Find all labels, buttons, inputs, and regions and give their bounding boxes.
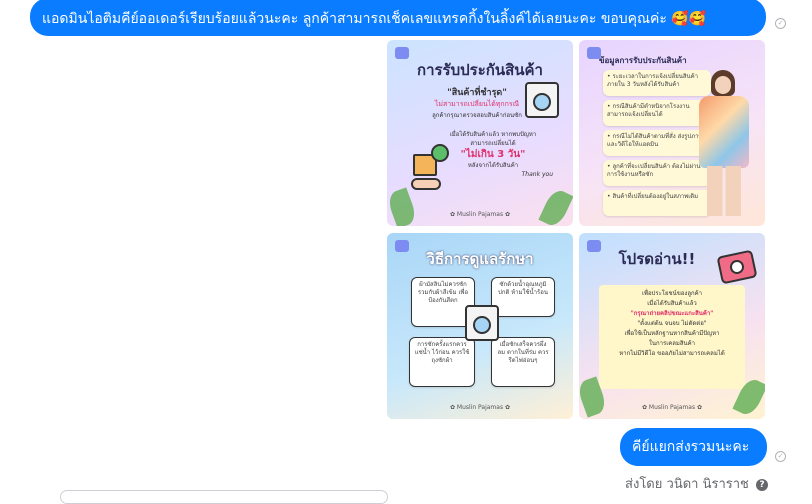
product-warranty-image[interactable]: การรับประกันสินค้า "สินค้าที่ชำรุด" ไม่ส… xyxy=(387,40,573,226)
image-text: เพื่อประโยชน์ของลูกค้า xyxy=(641,290,703,297)
sent-by-prefix: ส่งโดย xyxy=(625,477,663,492)
care-note: ซักด้วยน้ำอุณหภูมิปกติ ห้ามใช้น้ำร้อน xyxy=(491,277,555,317)
care-note: การซักครั้งแรกควรแช่น้ำ ไว้ก่อน ควรใช้ ถ… xyxy=(409,337,475,387)
message-text: คีย์แยกส่งรวมนะคะ xyxy=(632,439,750,455)
image-text: สามารถเปลี่ยนได้ xyxy=(470,140,516,147)
brand-label: ✿ Muslin Pajamas ✿ xyxy=(449,404,511,411)
image-text: ไม่สามารถเปลี่ยนได้ทุกกรณี xyxy=(434,100,520,108)
image-title: วิธีการดูแลรักษา xyxy=(426,250,534,268)
sent-by-label: ส่งโดย วนิดา นิราราช ? xyxy=(625,473,768,494)
image-text: ในการเคลมสินค้า xyxy=(648,340,696,347)
help-icon[interactable]: ? xyxy=(756,479,768,491)
image-text: Thank you xyxy=(521,171,553,178)
image-text: เมื่อได้รับสินค้าแล้ว xyxy=(647,300,697,307)
check-icon xyxy=(431,144,449,162)
image-text: หากไม่มีวิดีโอ ขออภัยไม่สามารถเคลมได้ xyxy=(619,350,725,357)
brand-label: ✿ Muslin Pajamas ✿ xyxy=(449,211,511,218)
hand-icon xyxy=(411,178,441,190)
message-text: แอดมินไอติมคีย์ออเดอร์เรียบร้อยแล้วนะคะ … xyxy=(42,11,707,27)
image-text: หลังจากได้รับสินค้า xyxy=(467,162,519,169)
image-title: ข้อมูลการรับประกันสินค้า xyxy=(599,56,687,65)
message-bubble[interactable]: แอดมินไอติมคีย์ออเดอร์เรียบร้อยแล้วนะคะ … xyxy=(30,0,766,36)
image-highlight: "ไม่เกิน 3 วัน" xyxy=(460,149,526,160)
image-text: เพื่อใช้เป็นหลักฐานหากสินค้ามีปัญหา xyxy=(624,330,720,337)
please-read-image[interactable]: โปรดอ่าน!! เพื่อประโยชน์ของลูกค้า เมื่อไ… xyxy=(579,233,765,419)
sender-name[interactable]: วนิดา นิราราช xyxy=(667,477,749,492)
image-text: เมื่อได้รับสินค้าแล้ว หากพบปัญหา xyxy=(449,131,537,138)
sent-status-icon: ✓ xyxy=(775,18,786,29)
image-text: "สินค้าที่ชำรุด" xyxy=(447,88,507,98)
message-input-edge[interactable] xyxy=(60,490,388,504)
image-text: "ตั้งแต่ต้น จนจบ ไม่ตัดต่อ" xyxy=(637,320,707,327)
message-bubble[interactable]: คีย์แยกส่งรวมนะคะ xyxy=(620,428,767,466)
washing-machine-icon xyxy=(465,305,499,341)
care-instructions-image[interactable]: วิธีการดูแลรักษา ผ้ามัสลินไม่ควรซักรวมกั… xyxy=(387,233,573,419)
leaf-decoration xyxy=(538,187,573,226)
warranty-info-image[interactable]: ข้อมูลการรับประกันสินค้า • ระยะเวลาในการ… xyxy=(579,40,765,226)
camera-icon xyxy=(716,249,758,285)
sent-status-icon: ✓ xyxy=(775,451,786,462)
image-text: ลูกค้ากรุณาตรวจสอบสินค้าก่อนซัก xyxy=(432,112,522,119)
care-note: เมื่อซักเสร็จควรผึ่งลม ตากในที่ร่ม ควรรี… xyxy=(491,337,555,387)
leaf-decoration xyxy=(387,187,419,226)
image-title: การรับประกันสินค้า xyxy=(417,61,543,79)
brand-label: ✿ Muslin Pajamas ✿ xyxy=(641,404,703,411)
image-highlight: "กรุณาถ่ายคลิปขณะแกะสินค้า" xyxy=(630,310,714,317)
model-photo xyxy=(693,70,755,220)
